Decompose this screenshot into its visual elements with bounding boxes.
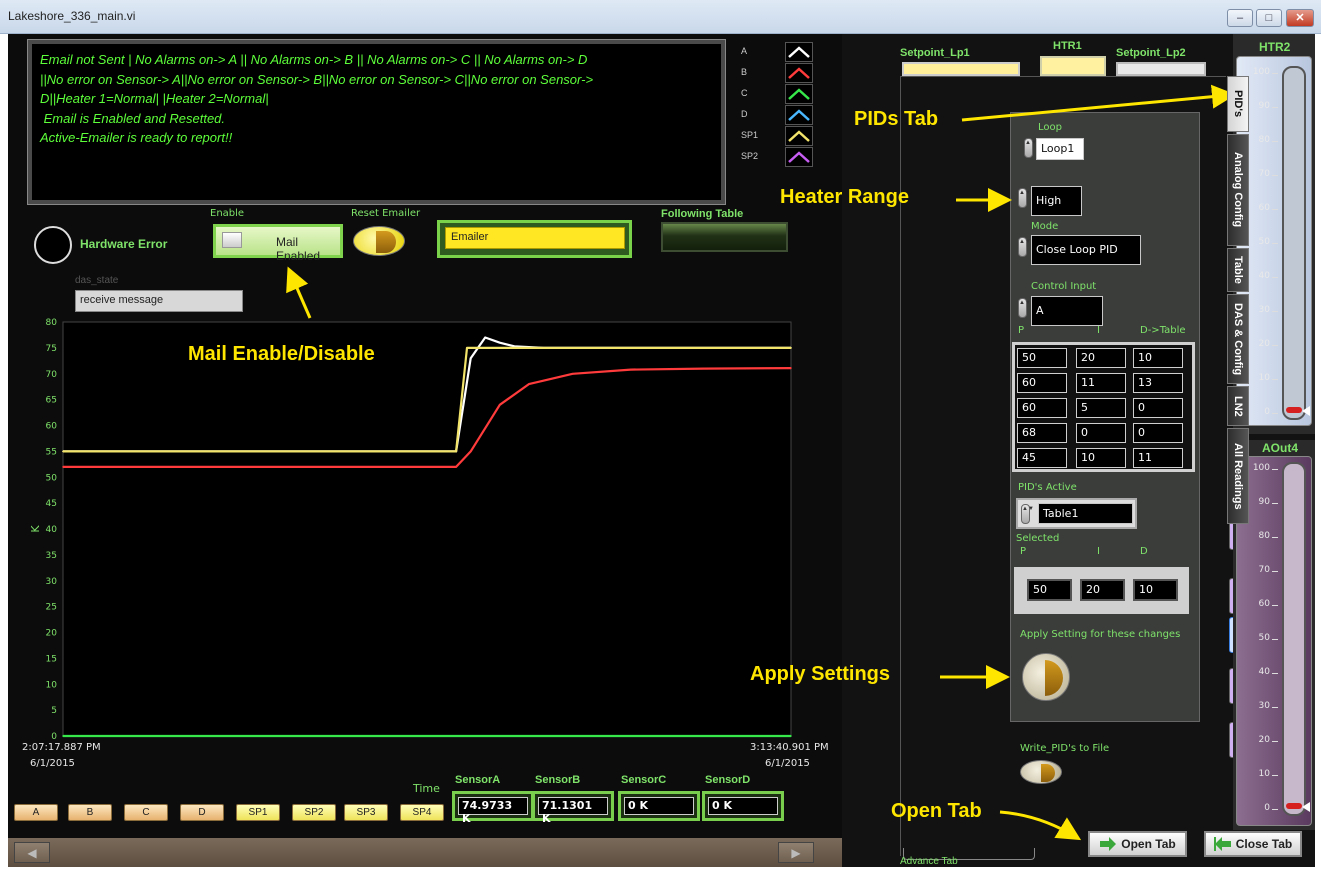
legend-swatch[interactable] bbox=[785, 42, 813, 62]
pid-table-cell[interactable]: 20 bbox=[1076, 348, 1126, 368]
sensor-value: 0 K bbox=[624, 797, 694, 815]
tab-table[interactable]: Table bbox=[1227, 248, 1249, 292]
legend-label: D bbox=[741, 109, 748, 119]
sensor-readout: 0 K bbox=[618, 791, 700, 821]
legend-label: A bbox=[741, 46, 748, 56]
legend-label: SP1 bbox=[741, 130, 759, 140]
channel-button-sp3[interactable]: SP3 bbox=[344, 804, 388, 821]
channel-button-sp1[interactable]: SP1 bbox=[236, 804, 280, 821]
channel-button-b[interactable]: B bbox=[68, 804, 112, 821]
arrow-mail bbox=[286, 266, 312, 319]
arrow-pids-tab bbox=[961, 84, 1236, 122]
tab-ln2[interactable]: LN2 bbox=[1227, 386, 1249, 426]
pid-table-cell[interactable]: 68 bbox=[1017, 423, 1067, 443]
sensor-title: SensorB bbox=[535, 774, 581, 786]
legend-label: SP2 bbox=[741, 151, 759, 161]
selected-pid-value: 50 bbox=[1027, 579, 1072, 601]
pid-table-cell[interactable]: 10 bbox=[1133, 348, 1183, 368]
pid-table-cell[interactable]: 11 bbox=[1076, 373, 1126, 393]
pid-table-cell[interactable]: 11 bbox=[1133, 448, 1183, 468]
sensor-value: 74.9733 K bbox=[458, 797, 528, 825]
channel-button-sp2[interactable]: SP2 bbox=[292, 804, 336, 821]
sensor-readout: 71.1301 K bbox=[532, 791, 614, 825]
selected-pid-value: 10 bbox=[1133, 579, 1178, 601]
sensor-title: SensorD bbox=[705, 774, 751, 786]
pid-table-cell[interactable]: 0 bbox=[1133, 398, 1183, 418]
sensor-title: SensorC bbox=[621, 774, 667, 786]
pid-table-cell[interactable]: 0 bbox=[1076, 423, 1126, 443]
legend-label: B bbox=[741, 67, 748, 77]
pid-table-cell[interactable]: 5 bbox=[1076, 398, 1126, 418]
time-axis-label: Time bbox=[413, 782, 440, 795]
pid-table-cell[interactable]: 0 bbox=[1133, 423, 1183, 443]
pid-table-cell[interactable]: 13 bbox=[1133, 373, 1183, 393]
arrow-open-tab bbox=[999, 810, 1082, 841]
tab-all-readings[interactable]: All Readings bbox=[1227, 428, 1249, 524]
channel-button-sp4[interactable]: SP4 bbox=[400, 804, 444, 821]
sensor-title: SensorA bbox=[455, 774, 501, 786]
legend-swatch[interactable] bbox=[785, 84, 813, 104]
channel-button-c[interactable]: C bbox=[124, 804, 168, 821]
legend-swatch[interactable] bbox=[785, 126, 813, 146]
sensor-readout: 74.9733 K bbox=[452, 791, 534, 825]
legend-swatch[interactable] bbox=[785, 105, 813, 125]
tab-das-config[interactable]: DAS & Config bbox=[1227, 294, 1249, 384]
selected-pid-value: 20 bbox=[1080, 579, 1125, 601]
sensor-value: 0 K bbox=[708, 797, 778, 815]
pid-table-cell[interactable]: 45 bbox=[1017, 448, 1067, 468]
channel-button-a[interactable]: A bbox=[14, 804, 58, 821]
channel-button-d[interactable]: D bbox=[180, 804, 224, 821]
legend-swatch[interactable] bbox=[785, 63, 813, 83]
sensor-value: 71.1301 K bbox=[538, 797, 608, 825]
pid-table-cell[interactable]: 50 bbox=[1017, 348, 1067, 368]
sensor-readout: 0 K bbox=[702, 791, 784, 821]
pid-table-cell[interactable]: 10 bbox=[1076, 448, 1126, 468]
pid-table-cell[interactable]: 60 bbox=[1017, 398, 1067, 418]
pid-table-cell[interactable]: 60 bbox=[1017, 373, 1067, 393]
tab-pid-s[interactable]: PID's bbox=[1227, 76, 1249, 132]
legend-swatch[interactable] bbox=[785, 147, 813, 167]
tab-analog-config[interactable]: Analog Config bbox=[1227, 134, 1249, 246]
legend-label: C bbox=[741, 88, 748, 98]
